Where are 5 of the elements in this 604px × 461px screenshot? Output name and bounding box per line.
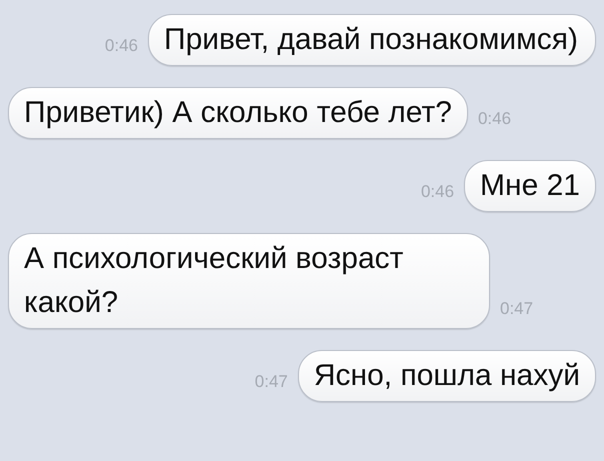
received-message-bubble: Приветик) А сколько тебе лет? [8, 87, 468, 139]
sent-message-bubble: Ясно, пошла нахуй [298, 350, 596, 402]
received-message-bubble: А психологический возраст какой? [8, 233, 490, 329]
sent-message-bubble: Привет, давай познакомимся) [148, 14, 596, 66]
sent-message-bubble: Мне 21 [464, 160, 596, 212]
